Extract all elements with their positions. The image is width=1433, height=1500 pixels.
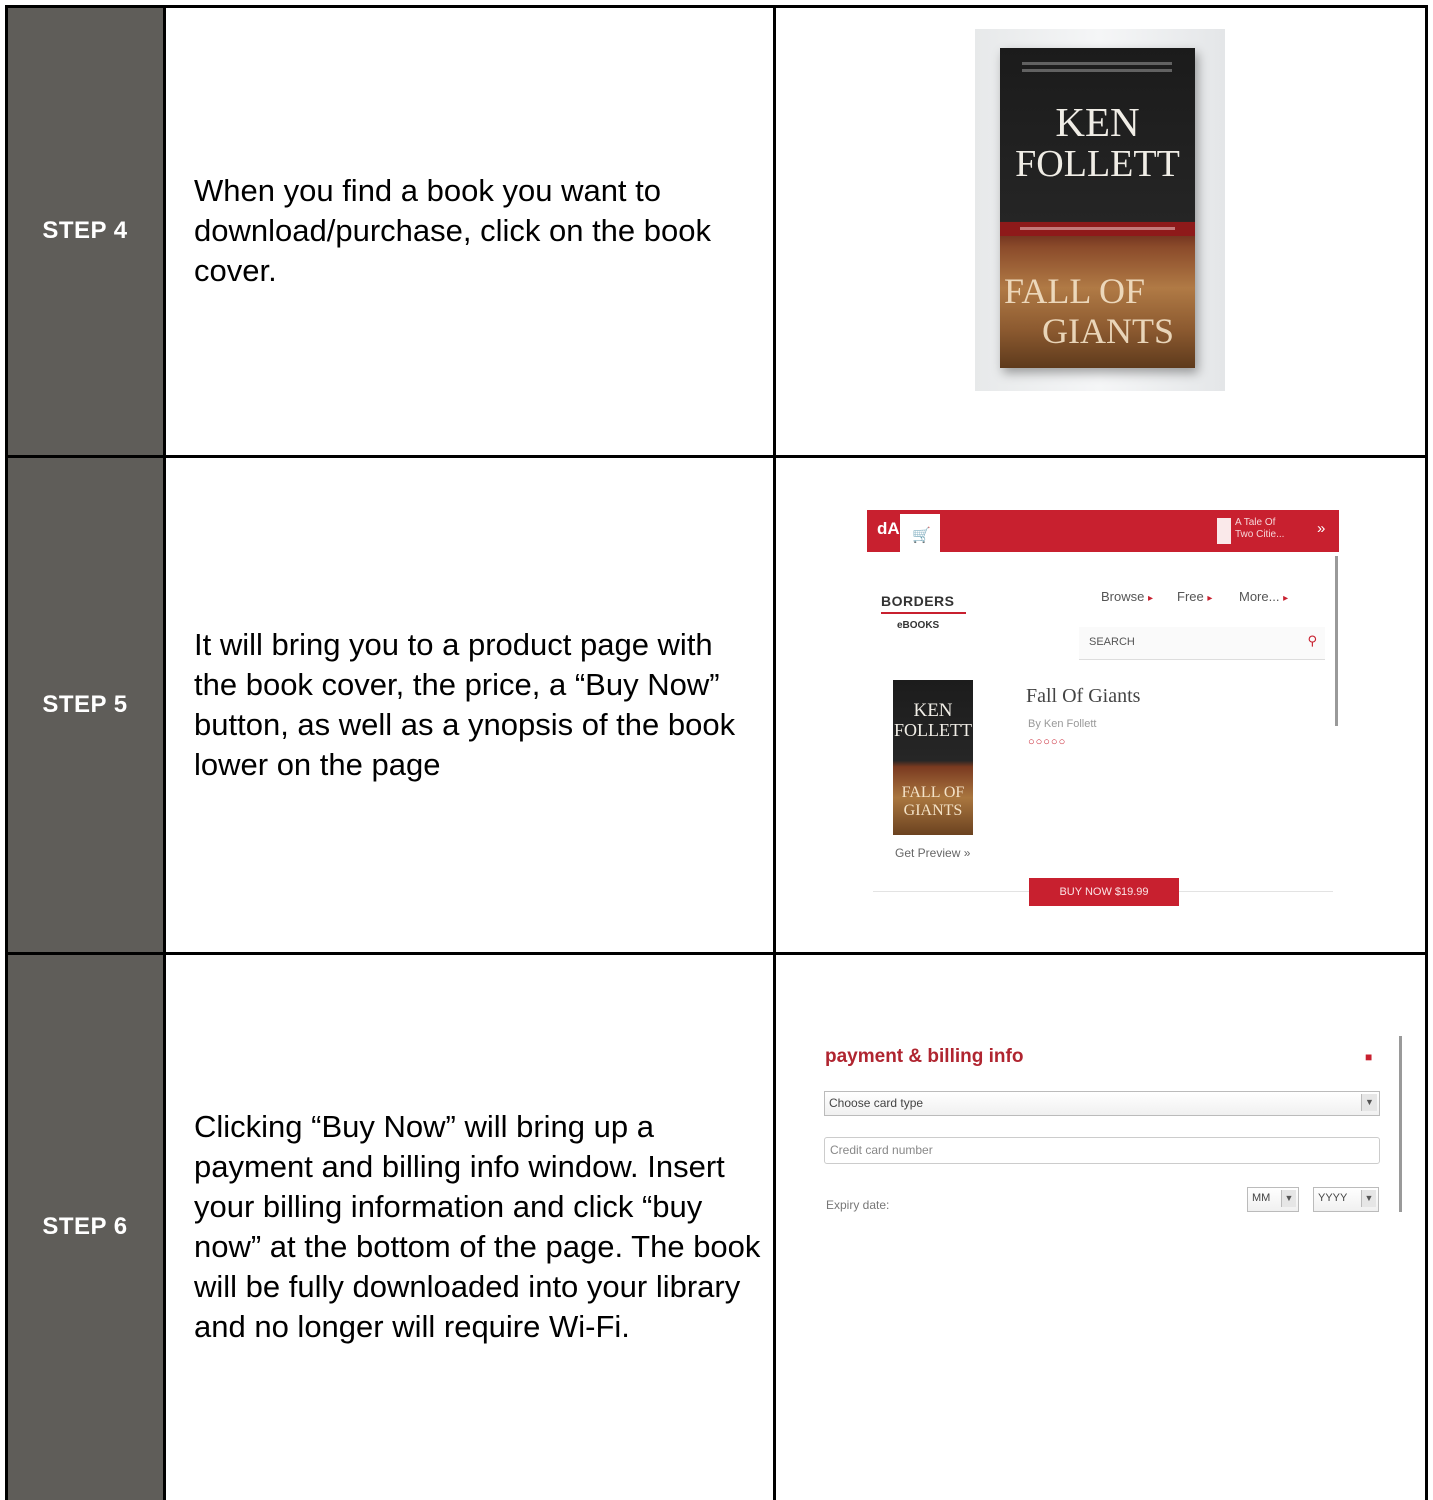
book-title: Fall Of Giants (1026, 685, 1141, 707)
nav-more[interactable]: More... ▸ (1239, 589, 1288, 604)
thumb-author-last: FOLLETT (894, 720, 972, 740)
cover-band (1000, 222, 1195, 236)
step-row-5: STEP 5 It will bring you to a product pa… (5, 456, 1428, 953)
table-border (773, 5, 776, 1500)
buy-now-button[interactable]: BUY NOW $19.99 (1029, 878, 1179, 906)
dropdown-arrow-icon[interactable]: ▼ (1281, 1190, 1296, 1207)
thumb-title-first: FALL OF (901, 784, 965, 801)
scrollbar[interactable] (1399, 1036, 1402, 1212)
nav-free[interactable]: Free ▸ (1177, 589, 1212, 604)
table-border (5, 5, 1428, 8)
chevron-right-icon[interactable]: » (1317, 520, 1325, 537)
table-border (5, 5, 8, 1500)
step-text-cell: It will bring you to a product page with… (165, 456, 774, 953)
lock-icon: ■ (1365, 1050, 1373, 1064)
step-text-cell: Clicking “Buy Now” will bring up a payme… (165, 953, 774, 1500)
thumb-author-first: KEN (913, 700, 953, 721)
cover-title-first: FALL OF (1004, 271, 1146, 311)
step-description: When you find a book you want to downloa… (194, 172, 711, 288)
table-border (5, 952, 1428, 955)
expiry-month-value: MM (1252, 1192, 1271, 1204)
scrollbar[interactable] (1335, 556, 1338, 726)
get-preview-link[interactable]: Get Preview » (895, 846, 970, 860)
table-border (1425, 5, 1428, 1500)
step-text-cell: When you find a book you want to downloa… (165, 5, 774, 456)
steps-table: STEP 4 When you find a book you want to … (5, 5, 1428, 1500)
store-logo[interactable]: dA (877, 519, 900, 539)
step-label: STEP 6 (5, 953, 165, 1500)
book-cover[interactable]: KEN FOLLETT FALL OF GIANTS (1000, 48, 1195, 368)
step-row-4: STEP 4 When you find a book you want to … (5, 5, 1428, 456)
search-icon[interactable]: ⚲ (1307, 633, 1317, 649)
dropdown-arrow-icon[interactable]: ▼ (1361, 1094, 1377, 1111)
book-thumbnail[interactable]: KEN FOLLETT FALL OF GIANTS (893, 680, 973, 835)
expiry-year-select[interactable]: YYYY ▼ (1313, 1187, 1379, 1212)
step-image-cell: KEN FOLLETT FALL OF GIANTS (774, 5, 1428, 456)
step-description: Clicking “Buy Now” will bring up a payme… (194, 1108, 761, 1344)
rating-stars: ○○○○○ (1028, 736, 1067, 748)
cover-blurb-line (1022, 62, 1172, 65)
nav-browse[interactable]: Browse ▸ (1101, 589, 1153, 604)
dropdown-arrow-icon[interactable]: ▼ (1361, 1190, 1376, 1207)
search-placeholder: SEARCH (1089, 636, 1135, 648)
step-description: It will bring you to a product page with… (194, 626, 736, 782)
mini-book-title[interactable]: A Tale Of Two Citie... (1235, 517, 1295, 541)
card-number-placeholder: Credit card number (830, 1143, 933, 1157)
step-image-cell: payment & billing info ■ Choose card typ… (774, 953, 1428, 1500)
table-border (5, 455, 1428, 458)
cart-tab[interactable]: 🛒 (900, 514, 940, 556)
borders-underline (881, 612, 966, 614)
cart-icon: 🛒 (912, 527, 931, 544)
expiry-month-select[interactable]: MM ▼ (1247, 1187, 1299, 1212)
step-label: STEP 4 (5, 5, 165, 456)
step-image-cell: dA 🛒 A Tale Of Two Citie... » BORDERS eB… (774, 456, 1428, 953)
borders-logo[interactable]: BORDERS (881, 593, 955, 609)
book-author[interactable]: By Ken Follett (1028, 718, 1096, 730)
step-row-6: STEP 6 Clicking “Buy Now” will bring up … (5, 953, 1428, 1500)
card-number-input[interactable]: Credit card number (824, 1137, 1380, 1164)
card-type-select[interactable]: Choose card type ▼ (824, 1091, 1380, 1116)
card-type-value: Choose card type (829, 1096, 924, 1110)
payment-screenshot: payment & billing info ■ Choose card typ… (817, 1036, 1402, 1256)
mini-book-icon (1217, 518, 1231, 544)
cover-author-last: FOLLETT (1015, 143, 1180, 185)
thumb-title-second: GIANTS (903, 802, 963, 819)
ebooks-logo: eBOOKS (897, 620, 940, 631)
cover-blurb-line (1022, 69, 1172, 72)
cover-author-first: KEN (1055, 99, 1140, 145)
expiry-year-value: YYYY (1318, 1192, 1348, 1204)
expiry-label: Expiry date: (826, 1198, 890, 1212)
search-input[interactable]: SEARCH ⚲ (1079, 627, 1325, 660)
payment-title: payment & billing info (825, 1046, 1024, 1067)
store-screenshot: dA 🛒 A Tale Of Two Citie... » BORDERS eB… (867, 510, 1339, 910)
step-label: STEP 5 (5, 456, 165, 953)
table-border (163, 5, 166, 1500)
cover-title-second: GIANTS (1042, 311, 1174, 351)
